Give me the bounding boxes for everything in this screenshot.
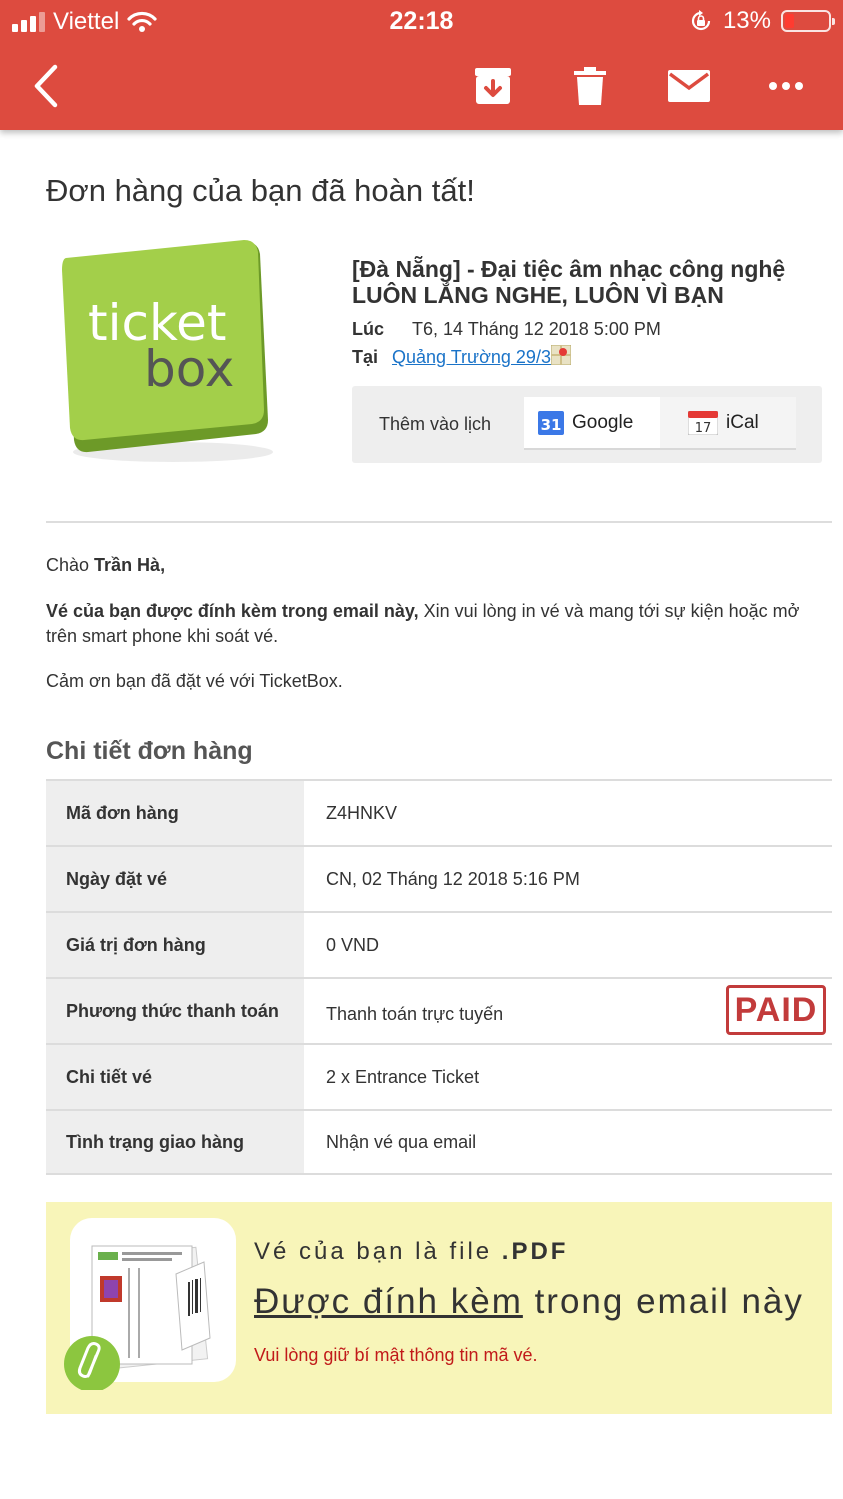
- back-button[interactable]: [26, 62, 66, 110]
- mark-unread-button[interactable]: [664, 62, 714, 110]
- ticket-details-value: 2 x Entrance Ticket: [326, 1066, 480, 1087]
- event-place-link[interactable]: Quảng Trường 29/3: [392, 347, 551, 367]
- more-dots-icon: [769, 82, 803, 90]
- google-calendar-label: Google: [572, 411, 634, 433]
- event-time-value: T6, 14 Tháng 12 2018 5:00 PM: [412, 319, 661, 339]
- payment-method-value: Thanh toán trực tuyến: [326, 1003, 504, 1024]
- table-row: Chi tiết vé 2 x Entrance Ticket: [46, 1043, 832, 1109]
- thanks-note: Cảm ơn bạn đã đặt vé với TicketBox.: [46, 671, 343, 691]
- order-value-label: Giá trị đơn hàng: [46, 913, 304, 977]
- ical-icon: 17: [688, 410, 718, 435]
- rotation-lock-icon: [691, 10, 711, 31]
- event-place: Tại Quảng Trường 29/3: [352, 344, 572, 368]
- event-title: [Đà Nẵng] - Đại tiệc âm nhạc công nghệ L…: [352, 256, 786, 308]
- battery-percent: 13%: [722, 7, 771, 34]
- google-calendar-button[interactable]: 31 Google: [524, 397, 660, 450]
- archive-icon: [475, 68, 511, 104]
- ticket-document-icon: [64, 1218, 236, 1390]
- order-date-value: CN, 02 Tháng 12 2018 5:16 PM: [326, 868, 580, 889]
- table-row: Ngày đặt vé CN, 02 Tháng 12 2018 5:16 PM: [46, 845, 832, 911]
- table-row: Phương thức thanh toán Thanh toán trực t…: [46, 977, 832, 1043]
- paid-stamp: PAID: [726, 985, 826, 1035]
- pdf-attachment-banner: Vé của bạn là file .PDF Được đính kèm tr…: [46, 1202, 832, 1414]
- order-value-value: 0 VND: [326, 934, 380, 955]
- add-to-calendar-box: Thêm vào lịch 31 Google 17 iCal: [352, 386, 822, 463]
- delivery-status-value: Nhận vé qua email: [326, 1131, 477, 1152]
- battery-icon: [781, 10, 835, 32]
- ticketbox-logo: ticket box: [58, 240, 278, 470]
- delete-button[interactable]: [568, 62, 612, 110]
- event-time: Lúc T6, 14 Tháng 12 2018 5:00 PM: [352, 319, 661, 340]
- logo-text-box: box: [144, 340, 234, 398]
- table-row: Giá trị đơn hàng 0 VND: [46, 911, 832, 977]
- pdf-warning: Vui lòng giữ bí mật thông tin mã vé.: [254, 1345, 538, 1365]
- order-details-title: Chi tiết đơn hàng: [46, 737, 253, 765]
- table-row: Mã đơn hàng Z4HNKV: [46, 779, 832, 845]
- pdf-headline: Vé của bạn là file .PDF: [254, 1238, 569, 1265]
- event-time-label: Lúc: [352, 319, 385, 339]
- recipient-name: Trần Hà,: [94, 555, 166, 575]
- mail-icon: [668, 70, 710, 102]
- google-calendar-icon: 31: [538, 410, 564, 435]
- chevron-left-icon: [34, 64, 58, 108]
- app-header: Viettel 22:18 13%: [0, 0, 843, 130]
- page-title: Đơn hàng của bạn đã hoàn tất!: [46, 173, 475, 208]
- ticket-details-label: Chi tiết vé: [46, 1045, 304, 1109]
- add-to-calendar-label: Thêm vào lịch: [379, 414, 492, 434]
- order-date-label: Ngày đặt vé: [46, 847, 304, 911]
- table-row: Tình trạng giao hàng Nhận vé qua email: [46, 1109, 832, 1175]
- order-code-label: Mã đơn hàng: [46, 781, 304, 845]
- svg-text:31: 31: [541, 416, 562, 434]
- payment-method-label: Phương thức thanh toán: [46, 979, 304, 1043]
- status-bar: Viettel 22:18 13%: [0, 0, 843, 44]
- ical-button[interactable]: 17 iCal: [660, 397, 796, 450]
- divider: [46, 521, 832, 523]
- map-icon[interactable]: [550, 344, 572, 366]
- greeting: Chào Trần Hà,: [46, 555, 166, 575]
- order-details-table: Mã đơn hàng Z4HNKV Ngày đặt vé CN, 02 Th…: [46, 779, 832, 1175]
- delivery-status-label: Tình trạng giao hàng: [46, 1111, 304, 1173]
- svg-text:17: 17: [695, 421, 712, 435]
- event-place-label: Tại: [352, 347, 379, 367]
- ical-label: iCal: [726, 411, 759, 433]
- order-code-value: Z4HNKV: [326, 802, 398, 823]
- archive-button[interactable]: [468, 62, 518, 110]
- pdf-attached-text: Được đính kèm trong email này: [254, 1282, 804, 1321]
- attachment-note: Vé của bạn được đính kèm trong email này…: [46, 601, 800, 646]
- trash-icon: [574, 67, 606, 105]
- more-button[interactable]: [764, 62, 808, 110]
